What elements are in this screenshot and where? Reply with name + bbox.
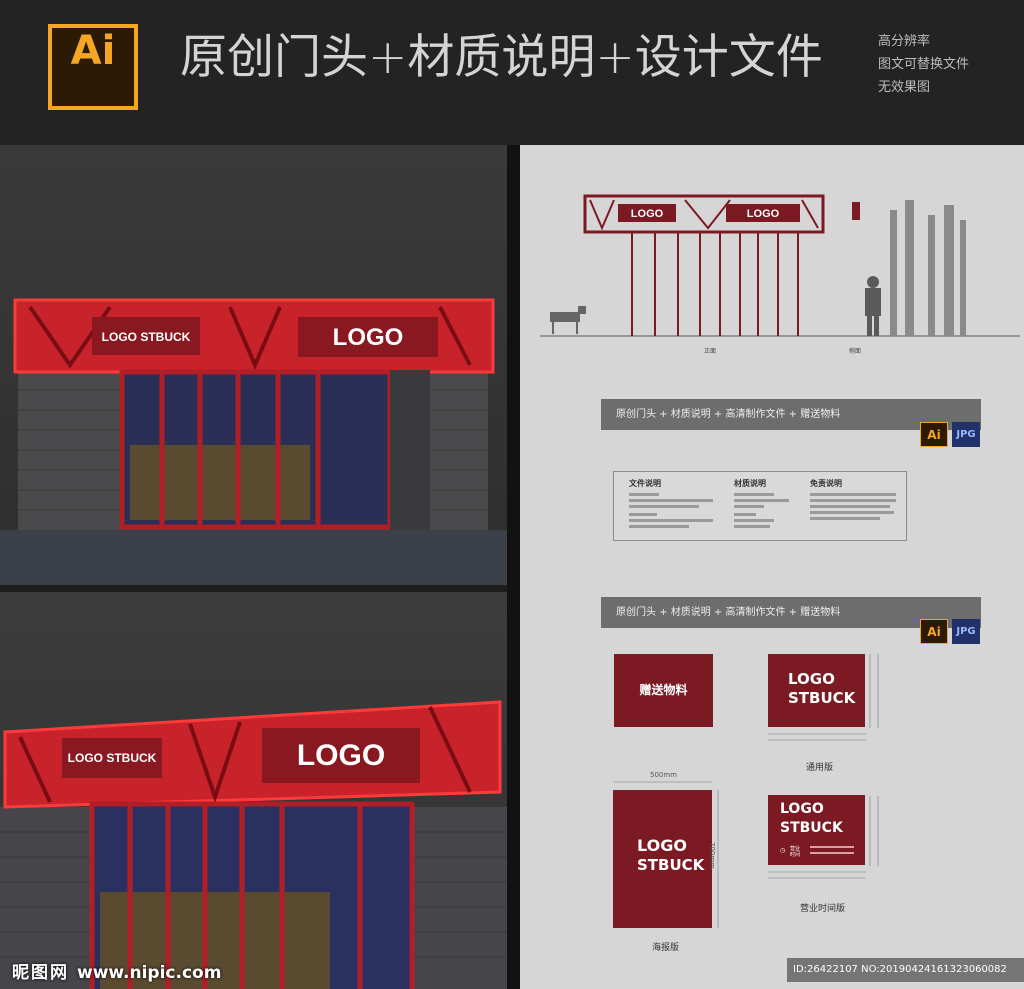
feature-note: 高分辨率: [878, 34, 931, 49]
ai-file-badge-icon: Ai: [920, 422, 948, 447]
sign-small-text: LOGO STBUCK: [102, 330, 191, 344]
watermark-url: www.nipic.com: [77, 963, 222, 983]
sign-large-text: LOGO: [297, 739, 385, 772]
poster-card: LOGO STBUCK: [613, 790, 712, 928]
label-front-view: 正面: [704, 348, 716, 355]
elevation-logo-right: LOGO: [747, 208, 780, 220]
caption-general-version: 通用版: [806, 763, 834, 773]
image-id-bar: ID:26422107 NO:20190424161323060082: [787, 958, 1024, 982]
storefront-render-front: LOGO STBUCK LOGO: [0, 145, 507, 585]
elevation-drawing: LOGO LOGO 正面 侧面: [540, 194, 1020, 355]
watermark-site-name: 昵图网: [12, 963, 69, 983]
file-notes-column: 文件说明: [629, 478, 717, 531]
elevation-logo-left: LOGO: [631, 208, 664, 220]
gift-materials-label: 赠送物料: [639, 683, 688, 697]
page-title: 原创门头+材质说明+设计文件: [180, 30, 823, 85]
material-notes-title: 材质说明: [734, 479, 766, 488]
caption-hours-version: 营业时间版: [800, 904, 846, 914]
illustrator-logo-text: Ai: [70, 28, 116, 74]
storefront-front-illustration: LOGO STBUCK LOGO: [0, 298, 507, 585]
storefront-perspective-illustration: LOGO STBUCK LOGO: [0, 700, 507, 989]
feature-note: 无效果图: [878, 80, 931, 95]
file-notes-title: 文件说明: [629, 479, 661, 488]
disclaimer-column: 免责说明: [810, 478, 900, 523]
hours-card-dimension-lines: [768, 796, 879, 879]
poster-height-label: 700mm: [708, 842, 716, 869]
feature-notes: 高分辨率 图文可替换文件 无效果图: [878, 30, 969, 99]
header-banner: Ai 原创门头+材质说明+设计文件 高分辨率 图文可替换文件 无效果图: [0, 0, 1024, 145]
sign-large-text: LOGO: [333, 324, 404, 351]
gift-materials-card: 赠送物料: [614, 654, 713, 727]
feature-note: 图文可替换文件: [878, 57, 970, 72]
jpg-file-badge-icon: JPG: [952, 422, 980, 447]
render-separator: [0, 585, 507, 592]
caption-poster-version: 海报版: [652, 943, 680, 953]
illustrator-logo-icon: Ai: [48, 24, 138, 110]
ai-file-badge-icon: Ai: [920, 619, 948, 644]
disclaimer-title: 免责说明: [810, 479, 842, 488]
watermark: 昵图网 www.nipic.com: [12, 958, 221, 983]
description-box: 文件说明 材质说明 免责说明: [613, 471, 907, 541]
material-notes-column: 材质说明: [734, 478, 794, 531]
sign-small-text: LOGO STBUCK: [68, 751, 157, 765]
storefront-render-perspective: LOGO STBUCK LOGO: [0, 592, 507, 989]
jpg-file-badge-icon: JPG: [952, 619, 980, 644]
poster-line1: LOGO: [637, 836, 687, 855]
general-card-dimension-lines: [768, 654, 879, 741]
column-divider: [507, 145, 520, 989]
poster-line2: STBUCK: [637, 856, 705, 874]
label-side-view: 侧面: [849, 347, 861, 355]
